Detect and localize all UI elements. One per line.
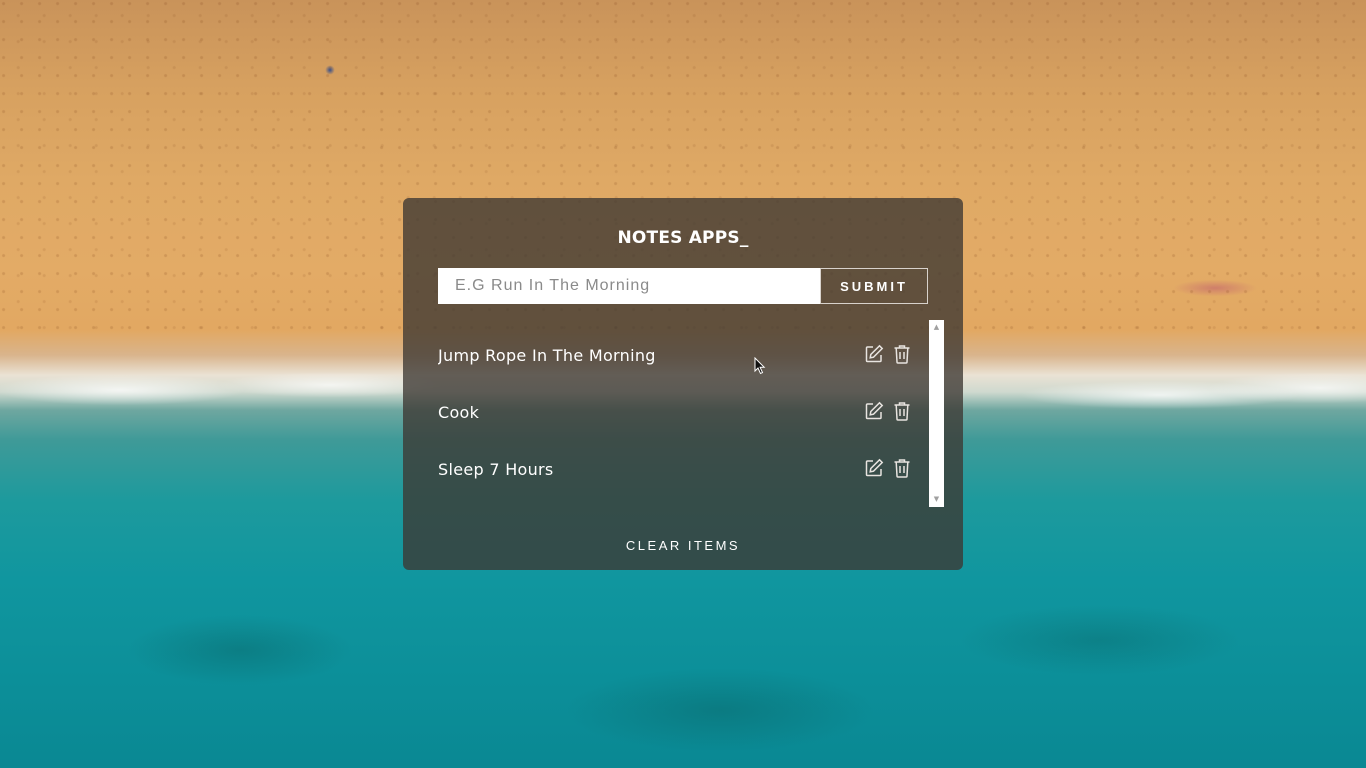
note-actions	[864, 343, 912, 365]
note-item: Cook	[438, 392, 918, 432]
notes-scrollbar[interactable]: ▲ ▼	[929, 320, 944, 507]
edit-icon[interactable]	[864, 343, 884, 365]
trash-icon[interactable]	[892, 400, 912, 422]
note-actions	[864, 457, 912, 479]
submit-button[interactable]: SUBMIT	[820, 268, 928, 304]
trash-icon[interactable]	[892, 343, 912, 365]
background-water-shading	[0, 560, 1366, 768]
note-item: Jump Rope In The Morning	[438, 335, 918, 375]
arrow-up-icon[interactable]: ▲	[929, 321, 944, 333]
arrow-down-icon[interactable]: ▼	[929, 493, 944, 505]
note-form: SUBMIT	[438, 268, 928, 304]
note-text: Cook	[438, 402, 480, 422]
clear-items-button[interactable]: CLEAR ITEMS	[403, 538, 963, 553]
note-item: Sleep 7 Hours	[438, 449, 918, 489]
note-actions	[864, 400, 912, 422]
app-title: NOTES APPS_	[617, 228, 749, 248]
edit-icon[interactable]	[864, 400, 884, 422]
notes-list: Jump Rope In The Morning Cook Sleep 7 Ho…	[438, 320, 944, 507]
note-text: Jump Rope In The Morning	[438, 345, 656, 365]
notes-panel: NOTES APPS_ SUBMIT Jump Rope In The Morn…	[403, 198, 963, 570]
note-input[interactable]	[438, 268, 820, 304]
edit-icon[interactable]	[864, 457, 884, 479]
trash-icon[interactable]	[892, 457, 912, 479]
note-text: Sleep 7 Hours	[438, 459, 554, 479]
